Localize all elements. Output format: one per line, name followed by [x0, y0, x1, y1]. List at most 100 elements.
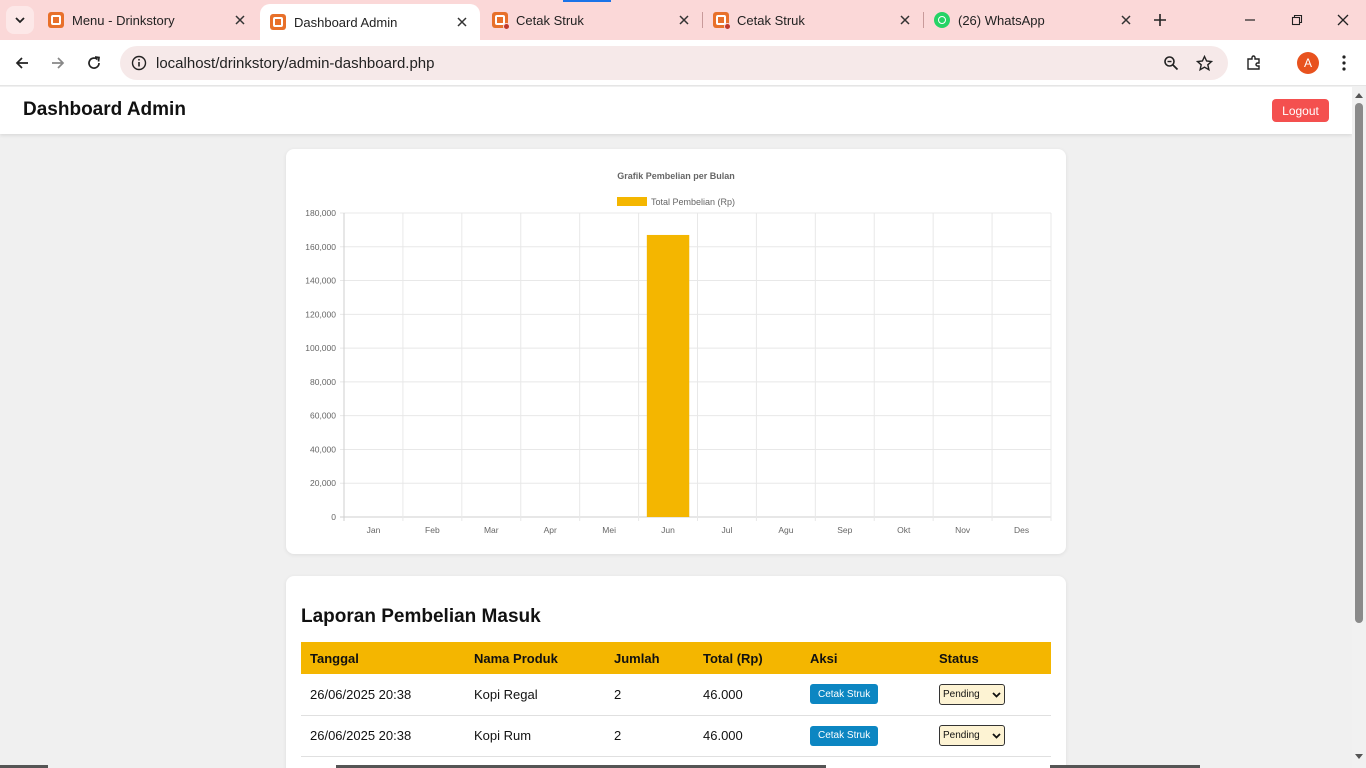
- close-icon[interactable]: [454, 14, 470, 30]
- xampp-icon: [48, 12, 64, 28]
- column-header-status: Status: [930, 642, 1051, 674]
- profile-avatar[interactable]: A: [1297, 52, 1319, 74]
- chart-card: 0 20,000 40,000 60,000 80,000 100,000 120,000 1…: [286, 149, 1066, 554]
- bar-jun[interactable]: [646, 234, 690, 517]
- column-header-jumlah: Jumlah: [605, 642, 694, 674]
- status-value: Pending: [943, 730, 980, 741]
- reload-button[interactable]: [80, 49, 108, 77]
- table-row: 26/06/2025 20:38 Kopi Rum 2 46.000 Cetak…: [301, 715, 1051, 757]
- table-row: 26/06/2025 20:38 Kopi Regal 2 46.000 Cet…: [301, 674, 1051, 716]
- tab-search-button[interactable]: [6, 6, 34, 34]
- forward-button[interactable]: [44, 49, 72, 77]
- x-tick-label: Jun: [661, 525, 675, 535]
- address-bar[interactable]: localhost/drinkstory/admin-dashboard.php: [120, 46, 1228, 80]
- whatsapp-icon: [934, 12, 950, 28]
- page-scrollbar[interactable]: [1352, 87, 1366, 768]
- scrollbar-thumb[interactable]: [1355, 103, 1363, 623]
- logout-button[interactable]: Logout: [1272, 99, 1329, 122]
- arrow-right-icon: [52, 57, 65, 69]
- close-icon[interactable]: [1118, 12, 1134, 28]
- y-tick-label: 100,000: [305, 343, 336, 353]
- close-icon[interactable]: [232, 12, 248, 28]
- table-header-row: Tanggal Nama Produk Jumlah Total (Rp) Ak…: [301, 642, 1051, 674]
- report-table: Tanggal Nama Produk Jumlah Total (Rp) Ak…: [301, 642, 1051, 757]
- cell-status: Pending: [930, 674, 1051, 716]
- scroll-up-arrow-icon[interactable]: [1355, 91, 1363, 99]
- x-tick-label: Jan: [367, 525, 381, 535]
- restore-icon: [1291, 14, 1303, 26]
- y-tick-label: 0: [331, 512, 336, 522]
- y-tick-label: 40,000: [310, 444, 336, 454]
- tab-title: Cetak Struk: [516, 12, 584, 28]
- zoom-icon[interactable]: [1157, 46, 1185, 80]
- tab-title: Cetak Struk: [737, 12, 805, 28]
- cell-produk: Kopi Regal: [465, 674, 605, 716]
- extensions-button[interactable]: [1240, 49, 1268, 77]
- cell-total: 46.000: [694, 715, 801, 757]
- tab-title: Dashboard Admin: [294, 14, 398, 30]
- bookmark-star-icon[interactable]: [1190, 46, 1218, 80]
- y-tick-label: 60,000: [310, 411, 336, 421]
- browser-menu-button[interactable]: [1330, 49, 1358, 77]
- close-icon[interactable]: [676, 12, 692, 28]
- close-icon[interactable]: [897, 12, 913, 28]
- tab-cetak-struk-2[interactable]: Cetak Struk: [703, 4, 923, 36]
- page-viewport: Dashboard Admin Logout 0 20,000 40,000 60,0…: [0, 87, 1352, 768]
- app-header: Dashboard Admin Logout: [0, 87, 1352, 134]
- cell-produk: Kopi Rum: [465, 715, 605, 757]
- close-icon: [1337, 14, 1349, 26]
- column-header-tanggal: Tanggal: [301, 642, 465, 674]
- chevron-down-icon: [992, 692, 1001, 698]
- browser-toolbar: localhost/drinkstory/admin-dashboard.php…: [0, 40, 1366, 86]
- minimize-button[interactable]: [1238, 8, 1262, 32]
- back-button[interactable]: [8, 49, 36, 77]
- column-header-aksi: Aksi: [801, 642, 930, 674]
- plus-icon: [1154, 14, 1166, 26]
- new-tab-button[interactable]: [1148, 8, 1172, 32]
- x-tick-label: Jul: [722, 525, 733, 535]
- cell-tanggal: 26/06/2025 20:38: [301, 674, 465, 716]
- cell-jumlah: 2: [605, 715, 694, 757]
- browser-tab-strip: Menu - Drinkstory Dashboard Admin Cetak …: [0, 0, 1366, 40]
- cetak-struk-button[interactable]: Cetak Struk: [810, 684, 879, 705]
- purchase-chart: 0 20,000 40,000 60,000 80,000 100,000 120,000 1…: [305, 171, 1052, 535]
- cell-status: Pending: [930, 715, 1051, 757]
- x-tick-label: Feb: [425, 525, 440, 535]
- x-tick-label: Agu: [778, 525, 793, 535]
- report-title: Laporan Pembelian Masuk: [301, 606, 541, 627]
- x-tick-label: Mei: [602, 525, 616, 535]
- legend-label[interactable]: Total Pembelian (Rp): [651, 197, 735, 207]
- tab-dashboard-admin[interactable]: Dashboard Admin: [260, 4, 480, 40]
- tab-title: Menu - Drinkstory: [72, 12, 175, 28]
- url-text: localhost/drinkstory/admin-dashboard.php: [156, 54, 435, 72]
- chart-title: Grafik Pembelian per Bulan: [617, 171, 735, 181]
- cell-total: 46.000: [694, 674, 801, 716]
- column-header-nama-produk: Nama Produk: [465, 642, 605, 674]
- y-tick-label: 120,000: [305, 309, 336, 319]
- scroll-down-arrow-icon[interactable]: [1355, 753, 1363, 761]
- y-tick-label: 80,000: [310, 377, 336, 387]
- x-tick-label: Okt: [897, 525, 911, 535]
- tab-whatsapp[interactable]: (26) WhatsApp: [924, 4, 1144, 36]
- xampp-icon: [492, 12, 510, 30]
- tab-title: (26) WhatsApp: [958, 12, 1045, 28]
- chevron-down-icon: [15, 17, 25, 24]
- y-tick-label: 20,000: [310, 478, 336, 488]
- legend-swatch[interactable]: [617, 197, 647, 206]
- tab-menu-drinkstory[interactable]: Menu - Drinkstory: [38, 4, 258, 36]
- status-select[interactable]: Pending: [939, 683, 1005, 705]
- status-select[interactable]: Pending: [939, 725, 1005, 746]
- restore-button[interactable]: [1285, 8, 1309, 32]
- window-close-button[interactable]: [1331, 8, 1355, 32]
- x-tick-label: Apr: [544, 525, 557, 535]
- cetak-struk-button[interactable]: Cetak Struk: [810, 725, 879, 746]
- cell-aksi: Cetak Struk: [801, 715, 930, 757]
- page-title: Dashboard Admin: [23, 99, 186, 120]
- tab-cetak-struk-1[interactable]: Cetak Struk: [482, 4, 702, 36]
- xampp-icon: [713, 12, 731, 30]
- xampp-icon: [270, 14, 286, 30]
- cell-tanggal: 26/06/2025 20:38: [301, 715, 465, 757]
- cell-aksi: Cetak Struk: [801, 674, 930, 716]
- site-info-icon[interactable]: [122, 55, 156, 71]
- x-tick-label: Nov: [955, 525, 971, 535]
